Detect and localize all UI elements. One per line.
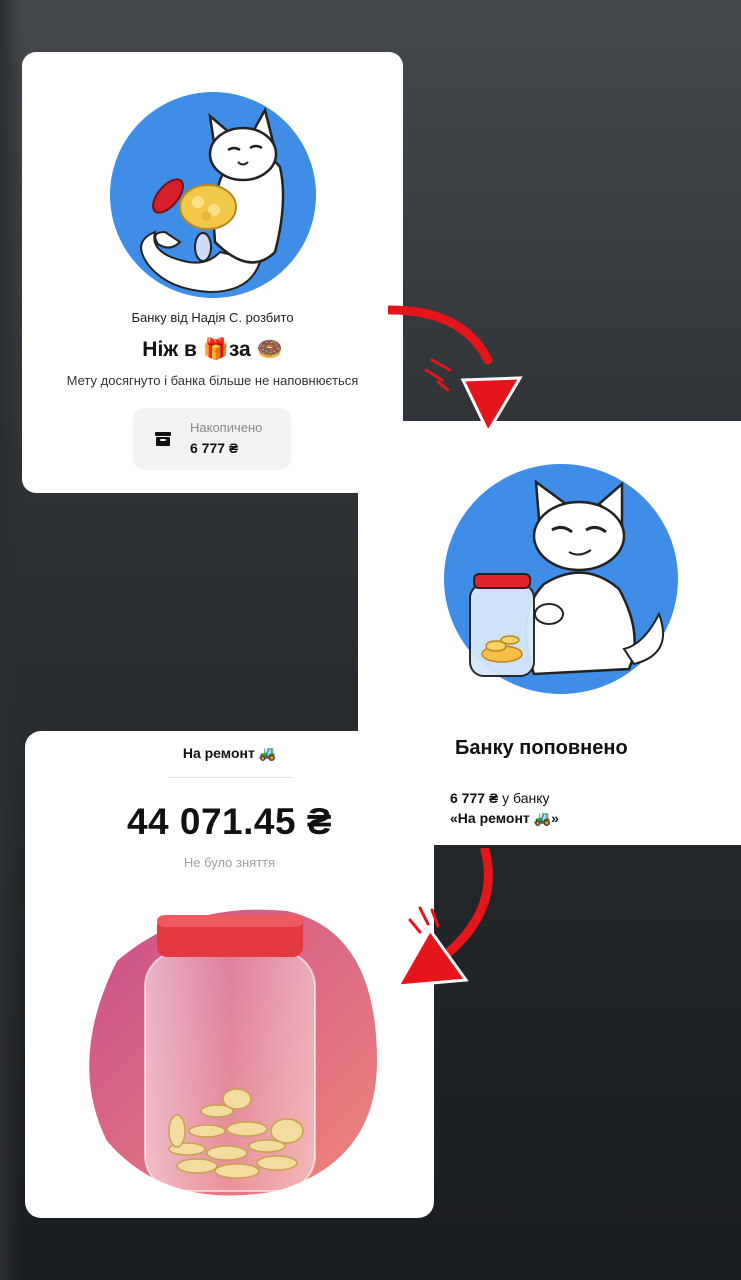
jar-broken-subtitle: Банку від Надія С. розбито	[131, 310, 294, 325]
cat-with-coin-jar-illustration	[110, 92, 316, 298]
topped-up-jar-name: «На ремонт 🚜»	[450, 810, 559, 826]
arrow-down-right-icon	[388, 305, 523, 436]
jar-broken-card: Банку від Надія С. розбито Ніж в 🎁за 🍩 М…	[22, 52, 403, 493]
topped-up-title: Банку поповнено	[455, 737, 628, 759]
archive-icon	[155, 432, 171, 446]
jar-title: Ніж в 🎁за 🍩	[142, 338, 283, 361]
jar-name-title: На ремонт 🚜	[182, 745, 277, 761]
saved-label: Накопичено	[190, 420, 263, 435]
saved-value: 6 777 ₴	[190, 440, 239, 456]
coin-jar-illustration	[89, 909, 377, 1196]
topped-up-amount-suffix: у банку	[498, 790, 550, 806]
arrow-down-left-icon	[395, 848, 493, 988]
jar-balance: 44 071.45 ₴	[126, 801, 333, 842]
cat-holding-jar-illustration	[444, 464, 678, 694]
saved-amount-box: Накопичено 6 777 ₴	[133, 408, 291, 470]
jar-status-description: Мету досягнуто і банка більше не наповню…	[66, 373, 359, 388]
topped-up-amount: 6 777 ₴	[450, 790, 499, 806]
withdrawals-note: Не було зняття	[183, 855, 276, 870]
title-divider	[169, 777, 292, 778]
jar-balance-card: На ремонт 🚜 44 071.45 ₴ Не було зняття	[25, 731, 434, 1218]
topped-up-amount-line: 6 777 ₴ у банку	[450, 790, 550, 806]
left-edge-shadow	[0, 0, 22, 1280]
